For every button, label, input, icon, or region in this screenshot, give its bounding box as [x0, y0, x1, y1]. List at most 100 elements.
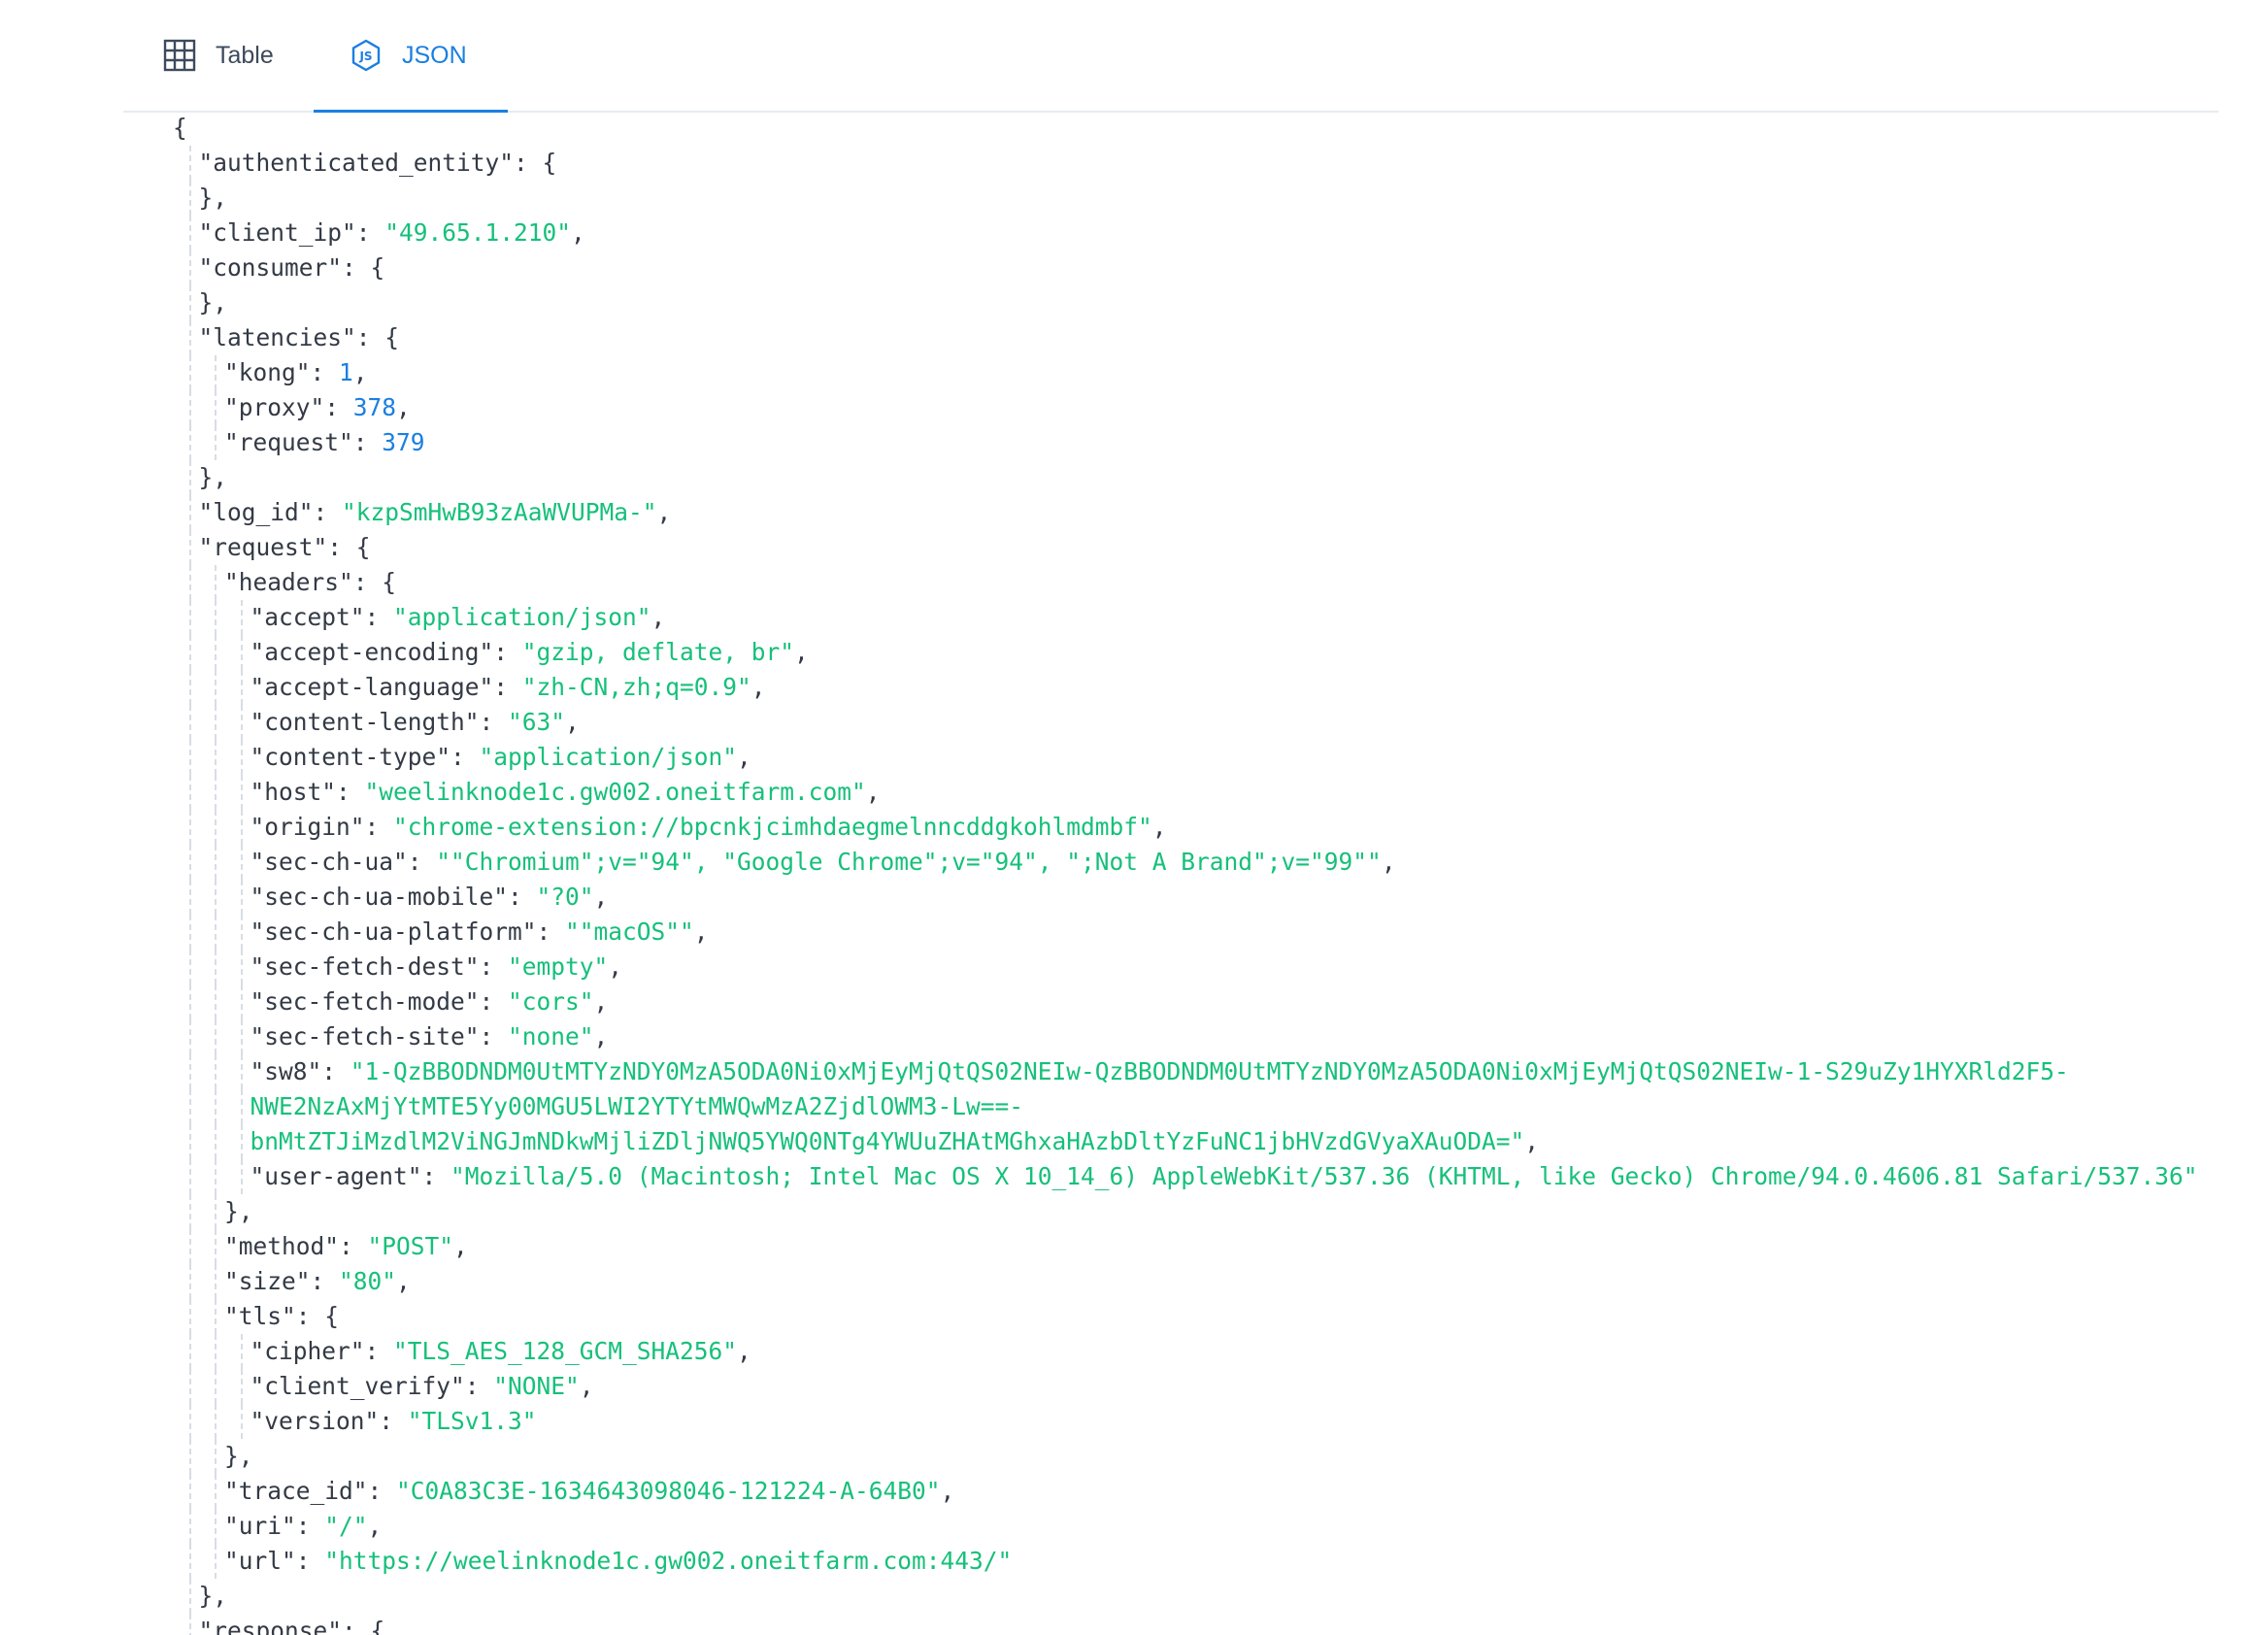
indent-guide	[240, 740, 243, 775]
json-punctuation: ,	[453, 1232, 468, 1260]
json-punctuation: {	[173, 114, 187, 142]
json-line-content: "url": "https://weelinknode1c.gw002.onei…	[224, 1544, 1012, 1579]
json-punctuation: :	[367, 1477, 397, 1505]
indent-guide	[240, 600, 243, 635]
svg-text:JS: JS	[358, 50, 372, 63]
indent-guide	[215, 635, 217, 670]
indent-guide	[188, 390, 191, 425]
json-line: "response": {	[173, 1614, 2221, 1635]
indent-guide	[215, 1124, 217, 1159]
indent-guide	[240, 950, 243, 984]
json-line-content: "latencies": {	[199, 320, 400, 355]
tab-table[interactable]: Table	[163, 0, 274, 111]
json-line-content: "log_id": "kzpSmHwB93zAaWVUPMa-",	[199, 495, 672, 530]
json-string-value: "application/json"	[393, 603, 651, 631]
indent-guide	[188, 1124, 191, 1159]
json-string-value: "/"	[324, 1512, 368, 1540]
json-line: "cipher": "TLS_AES_128_GCM_SHA256",	[173, 1334, 2221, 1369]
json-line-content: "tls": {	[224, 1299, 339, 1334]
json-punctuation: ,	[571, 218, 585, 247]
indent-guide	[188, 1159, 191, 1194]
json-line-content: "sec-ch-ua-platform": ""macOS"",	[250, 915, 709, 950]
json-line: },	[173, 181, 2221, 216]
indent-guide	[215, 390, 217, 425]
json-punctuation: ,	[608, 952, 623, 981]
json-punctuation: :	[339, 1232, 368, 1260]
json-punctuation: : {	[514, 149, 557, 177]
json-punctuation: ,	[794, 638, 809, 666]
indent-guide	[188, 460, 191, 495]
indent-guide	[188, 285, 191, 320]
indent-guide	[215, 1159, 217, 1194]
json-key: "size"	[224, 1267, 311, 1295]
tab-table-label: Table	[216, 41, 274, 69]
indent-guide	[188, 320, 191, 355]
indent-guide	[188, 1194, 191, 1229]
json-key: "sec-ch-ua-mobile"	[250, 883, 509, 911]
json-key: "request"	[224, 428, 353, 456]
json-viewer[interactable]: {"authenticated_entity": {}, "client_ip":…	[173, 111, 2221, 1635]
indent-guide	[240, 915, 243, 950]
indent-guide	[188, 565, 191, 600]
json-key: "sw8"	[250, 1057, 322, 1085]
json-string-value: "kzpSmHwB93zAaWVUPMa-"	[342, 498, 657, 526]
indent-guide	[215, 1439, 217, 1474]
indent-guide	[215, 1089, 217, 1124]
json-line-content: "content-length": "63",	[250, 705, 580, 740]
indent-guide	[188, 355, 191, 390]
indent-guide	[240, 845, 243, 880]
indent-guide	[188, 216, 191, 250]
json-string-value: "application/json"	[479, 743, 738, 771]
json-line: "sec-fetch-dest": "empty",	[173, 950, 2221, 984]
json-punctuation: :	[295, 1547, 325, 1575]
json-punctuation: :	[364, 1337, 394, 1365]
json-line-content: "client_ip": "49.65.1.210",	[199, 216, 585, 250]
json-string-value: "none"	[508, 1022, 594, 1051]
json-string-value: ""macOS""	[565, 918, 694, 946]
json-punctuation: : {	[327, 533, 371, 561]
indent-guide	[240, 1159, 243, 1194]
indent-guide	[188, 1579, 191, 1614]
json-line: },	[173, 460, 2221, 495]
json-punctuation: :	[421, 1162, 451, 1190]
json-line: "tls": {	[173, 1299, 2221, 1334]
json-key: "log_id"	[198, 498, 314, 526]
indent-guide	[240, 1334, 243, 1369]
indent-guide	[188, 1019, 191, 1054]
json-line: "accept": "application/json",	[173, 600, 2221, 635]
json-number-value: 379	[382, 428, 425, 456]
json-line: "sec-fetch-mode": "cors",	[173, 984, 2221, 1019]
json-punctuation: :	[352, 428, 383, 456]
json-line-content: },	[199, 285, 228, 320]
json-punctuation: :	[295, 1512, 325, 1540]
json-punctuation: },	[198, 463, 228, 491]
json-punctuation: ,	[865, 778, 881, 806]
json-line: "headers": {	[173, 565, 2221, 600]
indent-guide	[215, 425, 217, 460]
json-string-value: "1-QzBBODNDM0UtMTYzNDY0MzA5ODA0Ni0xMjEyM…	[350, 1057, 2069, 1085]
json-punctuation: ,	[396, 1267, 411, 1295]
json-string-value: "POST"	[367, 1232, 454, 1260]
indent-guide	[240, 984, 243, 1019]
indent-guide	[215, 355, 217, 390]
json-punctuation: :	[479, 987, 509, 1016]
json-line: bnMtZTJiMzdlM2ViNGJmNDkwMjliZDljNWQ5YWQ0…	[173, 1124, 2221, 1159]
json-key: "client_ip"	[198, 218, 356, 247]
json-punctuation: :	[536, 918, 566, 946]
indent-guide	[215, 1509, 217, 1544]
indent-guide	[215, 845, 217, 880]
indent-guide	[188, 1369, 191, 1404]
indent-guide	[188, 1474, 191, 1509]
tab-json[interactable]: JS JSON	[314, 0, 508, 113]
json-punctuation: },	[198, 184, 228, 212]
indent-guide	[188, 1299, 191, 1334]
json-line-content: "user-agent": "Mozilla/5.0 (Macintosh; I…	[250, 1159, 2198, 1194]
json-punctuation: :	[355, 218, 385, 247]
json-punctuation: :	[407, 848, 437, 876]
tab-json-label: JSON	[402, 41, 467, 69]
json-line-content: bnMtZTJiMzdlM2ViNGJmNDkwMjliZDljNWQ5YWQ0…	[250, 1124, 1540, 1159]
json-key: "cipher"	[250, 1337, 365, 1365]
indent-guide	[188, 1054, 191, 1089]
json-punctuation: ,	[750, 673, 766, 701]
json-line: "kong": 1,	[173, 355, 2221, 390]
